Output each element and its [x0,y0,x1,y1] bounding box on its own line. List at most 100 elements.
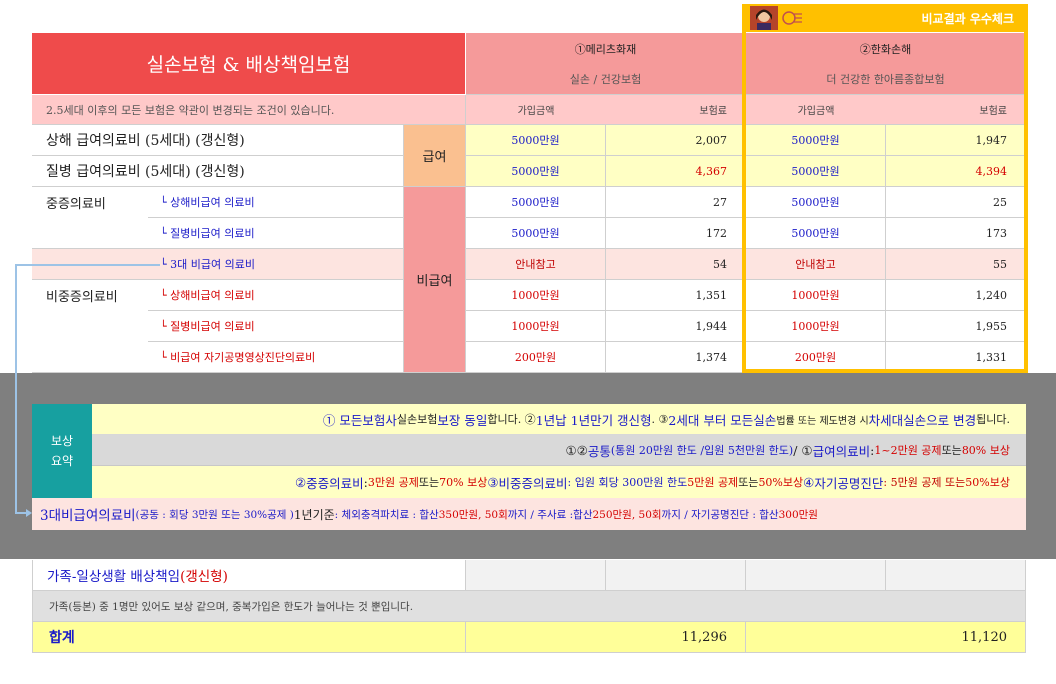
summary-text: 3만원 공제 [367,476,419,489]
summary-text: 300만원 [778,508,818,521]
summary-text: 50%보상 [965,476,1010,489]
total-company1: 11,296 [466,622,746,653]
company1-product: 실손 / 건강보험 [466,64,746,95]
company2-amount: 안내참고 [746,249,886,280]
company1-amount: 5000만원 [466,125,606,156]
summary-text: : 체외충격파치료 : 합산 [334,508,439,521]
avatar-photo-icon [750,6,778,30]
summary-text: 5만원 공제 [687,476,739,489]
summary-text: ① 모든보험사 [322,412,397,428]
company1-premium: 27 [606,187,746,218]
company2-premium: 1,955 [886,311,1026,342]
company2-premium: 1,947 [886,125,1026,156]
summary-text: 250만원, 50회 [592,508,662,521]
row-sub-label: └ 상해비급여 의료비 [148,187,404,218]
company2-amount: 5000만원 [746,218,886,249]
company2-amount: 200만원 [746,342,886,373]
summary-text: 비중증의료비 [498,475,568,491]
summary-text: ③ [487,474,499,490]
company1-amount: 1000만원 [466,311,606,342]
summary-text: 까지 / 주사료 :합산 [507,508,593,521]
total-label: 합계 [32,622,466,653]
company2-amount: 1000만원 [746,280,886,311]
summary-text: / ① [793,442,813,458]
summary-text: 80% 보상 [961,444,1010,457]
liability-note: 가족(등본) 중 1명만 있어도 보상 같으며, 중복가입은 한도가 늘어나는 … [32,591,1026,622]
summary-line-1: ① 모든보험사 실손보험 보장 동일 합니다. ② 1년납 1년만기 갱신형 .… [92,404,1026,435]
row-sub-label: └ 비급여 자기공명영상진단의료비 [148,342,404,373]
summary-text: 1~2만원 공제 [874,444,942,457]
liability-c2-premium [886,560,1026,591]
summary-text: 350만원, 50회 [438,508,508,521]
summary-text: 보장 동일 [437,412,488,428]
liability-label: 가족-일상생활 배상책임 [47,569,181,585]
summary-text: 중증의료비 [306,475,364,491]
company1-premium: 54 [606,249,746,280]
company1-amount: 5000만원 [466,187,606,218]
summary-text: 또는 [418,476,440,489]
summary-text: : 입원 회당 300만원 한도 [567,476,688,489]
summary-text: 됩니다. [976,413,1010,426]
company1-premium: 1,351 [606,280,746,311]
summary-text: 1년납 1년만기 갱신형 [535,412,652,428]
company1-premium: 172 [606,218,746,249]
summary-text: 합니다. ② [487,413,536,426]
summary-text: 또는 [941,444,962,457]
company2-amount: 5000만원 [746,156,886,187]
company1-amount: 안내참고 [466,249,606,280]
company2-premium: 1,331 [886,342,1026,373]
summary-text: 법률 또는 제도변경 시 [776,415,869,427]
summary-text: 까지 / 자기공명진단 : 합산 [661,508,779,521]
company2-amount: 5000만원 [746,125,886,156]
summary-text: : 5만원 공제 또는 [883,476,966,489]
summary-text: 차세대실손으로 변경 [868,412,977,428]
company1-amount: 1000만원 [466,280,606,311]
company1-amount: 200만원 [466,342,606,373]
company1-premium: 2,007 [606,125,746,156]
total-company2: 11,120 [746,622,1026,653]
liability-c2-amount [746,560,886,591]
company2-amount: 1000만원 [746,311,886,342]
summary-text: . ③ [651,412,669,426]
company2-premium: 4,394 [886,156,1026,187]
summary-text: 70% 보상 [439,476,488,489]
row-sub-label: └ 3대 비급여 의료비 [148,249,404,280]
company1-premium: 4,367 [606,156,746,187]
stamp-icon [781,10,803,26]
group-benefit: 급여 [404,125,466,187]
summary-text: ② [294,474,307,490]
company2-premium-header: 보험료 [886,95,1026,125]
best-choice-badge-text: 비교결과 우수체크 [921,11,1015,26]
summary-line-2: ①② 공통 (통원 20만원 한도 /입원 5천만원 한도) / ① 급여의료비… [92,435,1026,466]
company1-amount: 5000만원 [466,156,606,187]
summary-text: 2세대 부터 모든실손 [668,412,777,428]
summary-text: 1년기준 [293,507,335,522]
company1-premium-header: 보험료 [606,95,746,125]
liability-renew: (갱신형) [180,569,228,585]
company2-premium: 55 [886,249,1026,280]
company1-amount: 5000만원 [466,218,606,249]
summary-text: 50%보상 [758,476,804,489]
row-sub-label: └ 상해비급여 의료비 [148,280,404,311]
company1-amount-header: 가입금액 [466,95,606,125]
summary-line-3: ② 중증의료비 : 3만원 공제 또는 70% 보상 ③ 비중증의료비 : 입원… [92,466,1026,498]
group-nonbenefit: 비급여 [404,187,466,373]
company2-name: ②한화손해 [746,33,1026,64]
summary-text: 공통 [587,443,611,459]
connector-arrow-icon [15,264,160,517]
summary-line-4: 3대비급여의료비 (공동 : 회당 3만원 또는 30%공제 ) 1년기준 : … [32,498,1026,530]
summary-text: 급여의료비 [812,443,871,459]
summary-text: ①② [565,442,588,458]
company1-premium: 1,374 [606,342,746,373]
summary-text: 또는 [738,476,759,489]
company1-name: ①메리츠화재 [466,33,746,64]
company2-product: 더 건강한 한아름종합보험 [746,64,1026,95]
company2-amount: 5000만원 [746,187,886,218]
company2-premium: 173 [886,218,1026,249]
liability-row: 가족-일상생활 배상책임 (갱신형) [32,560,466,591]
summary-text: ④ [803,474,815,490]
summary-text: (통원 20만원 한도 /입원 5천만원 한도) [610,444,794,457]
company2-premium: 1,240 [886,280,1026,311]
company2-premium: 25 [886,187,1026,218]
avatar [750,6,778,30]
